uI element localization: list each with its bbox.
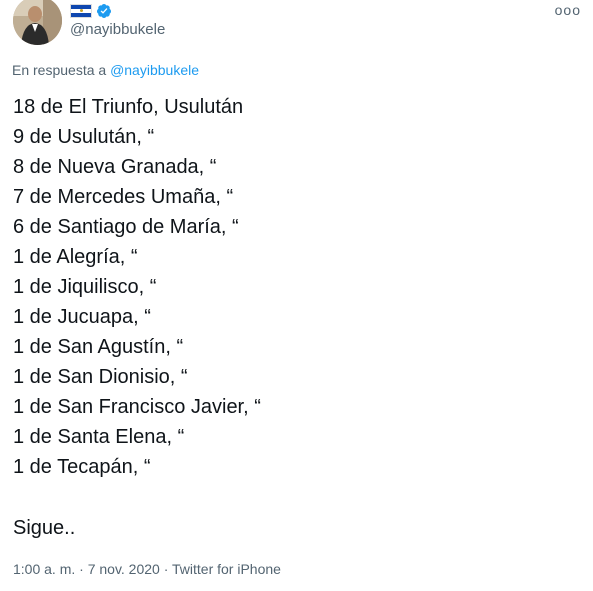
tweet-line: 1 de Jiquilisco, “ bbox=[13, 276, 157, 298]
more-options-icon[interactable]: ooo bbox=[555, 2, 581, 18]
tweet-line: 1 de Alegría, “ bbox=[13, 246, 138, 268]
tweet-text: 18 de El Triunfo, Usulután 9 de Usulután… bbox=[13, 92, 261, 482]
tweet-line: 1 de San Dionisio, “ bbox=[13, 366, 188, 388]
avatar-photo bbox=[13, 0, 62, 45]
tweet-line: 1 de Tecapán, “ bbox=[13, 456, 151, 478]
el-salvador-flag-icon bbox=[70, 4, 92, 18]
tweet-line: 18 de El Triunfo, Usulután bbox=[13, 96, 244, 118]
verified-badge-icon bbox=[96, 4, 111, 18]
avatar[interactable] bbox=[13, 0, 62, 45]
tweet-line: 1 de Santa Elena, “ bbox=[13, 426, 185, 448]
tweet-line: 6 de Santiago de María, “ bbox=[13, 216, 239, 238]
tweet-closing: Sigue.. bbox=[13, 517, 76, 539]
reply-prefix: En respuesta a bbox=[12, 62, 107, 78]
name-row bbox=[70, 3, 112, 19]
tweet-line: 9 de Usulután, “ bbox=[13, 126, 155, 148]
tweet-line: 7 de Mercedes Umaña, “ bbox=[13, 186, 234, 208]
reply-to-link[interactable]: @nayibbukele bbox=[110, 62, 199, 78]
reply-context: En respuesta a @nayibbukele bbox=[12, 62, 199, 78]
tweet-line: 8 de Nueva Granada, “ bbox=[13, 156, 217, 178]
tweet-timestamp[interactable]: 1:00 a. m. · 7 nov. 2020 · Twitter for i… bbox=[13, 561, 281, 577]
user-handle[interactable]: @nayibbukele bbox=[70, 21, 165, 38]
tweet-line: 1 de San Agustín, “ bbox=[13, 336, 184, 358]
tweet-header: @nayibbukele ooo bbox=[0, 0, 593, 52]
tweet-line: 1 de Jucuapa, “ bbox=[13, 306, 151, 328]
tweet-line: 1 de San Francisco Javier, “ bbox=[13, 396, 261, 418]
